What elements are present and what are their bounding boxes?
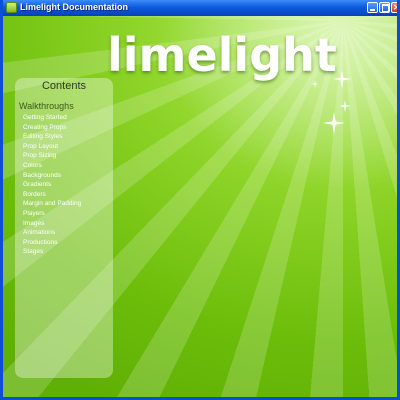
toc-list: Getting Started Creating Props Editing S… bbox=[23, 113, 81, 257]
close-button[interactable]: ✕ bbox=[391, 2, 400, 13]
minimize-button[interactable] bbox=[367, 2, 378, 13]
app-icon bbox=[6, 2, 17, 13]
toc-item[interactable]: Creating Props bbox=[23, 123, 81, 133]
toc-item[interactable]: Getting Started bbox=[23, 113, 81, 123]
toc-item[interactable]: Backgrounds bbox=[23, 171, 81, 181]
toc-item[interactable]: Prop Sizing bbox=[23, 151, 81, 161]
toc-item[interactable]: Prop Layout bbox=[23, 142, 81, 152]
limelight-logo: limelight bbox=[107, 28, 337, 82]
sparkle-icon bbox=[323, 112, 345, 134]
maximize-button[interactable] bbox=[379, 2, 390, 13]
maximize-icon bbox=[382, 4, 389, 12]
toc-item[interactable]: Borders bbox=[23, 190, 81, 200]
title-bar[interactable]: Limelight Documentation ✕ bbox=[3, 0, 397, 16]
contents-panel: Contents Walkthroughs Getting Started Cr… bbox=[15, 78, 113, 378]
sparkle-icon bbox=[339, 100, 351, 112]
contents-title: Contents bbox=[41, 80, 87, 92]
toc-item[interactable]: Images bbox=[23, 219, 81, 229]
window-title: Limelight Documentation bbox=[20, 2, 128, 12]
toc-item[interactable]: Stages bbox=[23, 247, 81, 257]
toc-item[interactable]: Animations bbox=[23, 228, 81, 238]
toc-item[interactable]: Colors bbox=[23, 161, 81, 171]
toc-item[interactable]: Gradients bbox=[23, 180, 81, 190]
app-window: Limelight Documentation ✕ limelight Cont… bbox=[0, 0, 400, 400]
toc-item[interactable]: Margin and Padding bbox=[23, 199, 81, 209]
toc-item[interactable]: Editing Styles bbox=[23, 132, 81, 142]
toc-item[interactable]: Players bbox=[23, 209, 81, 219]
main-content: limelight Contents Walkthroughs Getting … bbox=[3, 16, 397, 397]
toc-item[interactable]: Productions bbox=[23, 238, 81, 248]
section-heading-walkthroughs[interactable]: Walkthroughs bbox=[19, 101, 74, 111]
close-icon: ✕ bbox=[393, 3, 400, 12]
minimize-icon bbox=[370, 9, 375, 11]
